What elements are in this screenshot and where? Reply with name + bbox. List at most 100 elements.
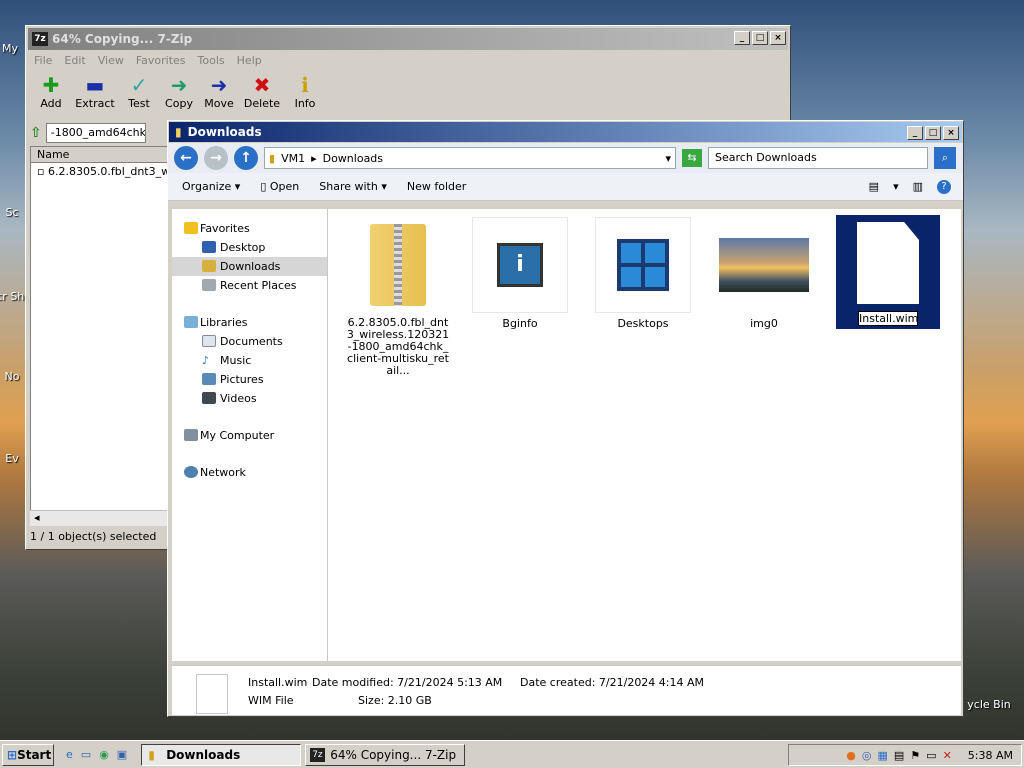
column-header-name[interactable]: Name <box>31 147 167 163</box>
nav-favorites[interactable]: Favorites <box>172 219 327 238</box>
scroll-left-icon[interactable]: ◂ <box>30 511 40 524</box>
image-thumbnail <box>716 217 812 313</box>
details-size: 2.10 GB <box>387 694 432 707</box>
list-item[interactable]: ▫ 6.2.8305.0.fbl_dnt3_wire <box>31 163 167 180</box>
ie-icon[interactable]: e <box>66 748 73 761</box>
nav-pictures[interactable]: Pictures <box>172 370 327 389</box>
pictures-icon <box>202 373 216 385</box>
open-button[interactable]: ▯ Open <box>260 180 299 193</box>
tray-grid-icon[interactable]: ▦ <box>877 749 887 762</box>
plus-icon: ✚ <box>42 73 60 97</box>
close-button[interactable]: × <box>770 31 786 45</box>
show-desktop-icon[interactable]: ▣ <box>117 748 127 761</box>
chevron-down-icon[interactable]: ▾ <box>665 152 671 165</box>
menu-help[interactable]: Help <box>237 54 262 67</box>
7zip-toolbar: ✚ Add ▬ Extract ✓ Test ➜ Copy ➜ Move ✖ Delete … <box>26 69 790 117</box>
minimize-button[interactable]: _ <box>907 126 923 140</box>
minimize-button[interactable]: _ <box>734 31 750 45</box>
file-item-install-wim[interactable]: Install.wim <box>836 215 940 329</box>
nav-documents[interactable]: Documents <box>172 332 327 351</box>
media-player-icon[interactable]: ◉ <box>99 748 109 761</box>
menu-edit[interactable]: Edit <box>64 54 85 67</box>
recycle-bin-icon[interactable]: ycle Bin <box>954 698 1024 711</box>
7zip-app-icon: 7z <box>310 747 325 762</box>
7zip-title: 64% Copying... 7-Zip <box>52 32 193 46</box>
new-folder-button[interactable]: New folder <box>407 180 466 193</box>
maximize-button[interactable]: □ <box>752 31 768 45</box>
tray-network-icon[interactable]: ◎ <box>862 749 872 762</box>
search-button[interactable]: ⌕ <box>934 147 956 169</box>
windows-logo-icon: ⊞ <box>7 747 18 762</box>
nav-music[interactable]: ♪ Music <box>172 351 327 370</box>
horizontal-scrollbar[interactable]: ◂ <box>30 510 168 526</box>
explorer-titlebar[interactable]: ▮ Downloads _ □ × <box>169 122 962 142</box>
7zip-menubar: File Edit View Favorites Tools Help <box>26 52 790 69</box>
tray-firefox-icon[interactable]: ● <box>846 749 856 762</box>
clock[interactable]: 5:38 AM <box>968 749 1013 762</box>
downloads-icon <box>202 260 216 272</box>
nav-desktop[interactable]: Desktop <box>172 238 327 257</box>
7zip-path-field[interactable]: -1800_amd64chk <box>45 123 146 143</box>
address-bar[interactable]: ▮ VM1 ▸ Downloads ▾ <box>264 147 676 169</box>
preview-pane-icon[interactable]: ▥ <box>913 180 923 194</box>
file-item-img0[interactable]: img0 <box>712 217 816 330</box>
forward-button[interactable]: → <box>204 146 228 170</box>
info-button[interactable]: ℹ Info <box>288 73 322 113</box>
nav-videos[interactable]: Videos <box>172 389 327 408</box>
back-button[interactable]: ← <box>174 146 198 170</box>
taskbar-item-7zip[interactable]: 7z 64% Copying... 7-Zip <box>305 743 466 766</box>
refresh-button[interactable]: ⇆ <box>682 149 702 167</box>
file-item-bginfo[interactable]: i Bginfo <box>468 217 572 330</box>
search-input[interactable]: Search Downloads <box>708 147 928 169</box>
menu-tools[interactable]: Tools <box>198 54 225 67</box>
recent-places-icon <box>202 279 216 291</box>
quick-launch: e ▭ ◉ ▣ <box>66 748 127 761</box>
menu-view[interactable]: View <box>98 54 124 67</box>
nav-my-computer[interactable]: My Computer <box>172 426 327 445</box>
folder-icon: ▮ <box>269 151 276 165</box>
chevron-down-icon[interactable]: ▾ <box>893 180 899 194</box>
file-icon <box>840 215 936 311</box>
extract-button[interactable]: ▬ Extract <box>74 73 116 113</box>
details-filename: Install.wim <box>248 676 308 689</box>
star-icon <box>184 222 198 234</box>
organize-button[interactable]: Organize ▾ <box>182 180 240 193</box>
help-icon[interactable]: ? <box>937 179 951 194</box>
start-button[interactable]: ⊞Start <box>2 743 54 766</box>
breadcrumb-vm1[interactable]: VM1 <box>281 152 305 165</box>
up-button[interactable]: ↑ <box>234 146 258 170</box>
breadcrumb-downloads[interactable]: Downloads <box>323 152 383 165</box>
tray-display-icon[interactable]: ▤ <box>894 749 904 762</box>
nav-libraries[interactable]: Libraries <box>172 313 327 332</box>
delete-button[interactable]: ✖ Delete <box>242 73 282 113</box>
file-icon <box>196 674 228 714</box>
share-with-button[interactable]: Share with ▾ <box>319 180 387 193</box>
tray-flag-icon[interactable]: ⚑ <box>910 749 920 762</box>
libraries-icon <box>184 316 198 328</box>
tray-monitor-icon[interactable]: ▭ <box>926 749 936 762</box>
file-item-desktops[interactable]: Desktops <box>591 217 695 330</box>
arrow-right-icon: ➜ <box>210 73 228 97</box>
nav-recent-places[interactable]: Recent Places <box>172 276 327 295</box>
maximize-button[interactable]: □ <box>925 126 941 140</box>
test-button[interactable]: ✓ Test <box>122 73 156 113</box>
menu-favorites[interactable]: Favorites <box>136 54 186 67</box>
add-button[interactable]: ✚ Add <box>34 73 68 113</box>
move-button[interactable]: ➜ Move <box>202 73 236 113</box>
explorer-icon[interactable]: ▭ <box>81 748 91 761</box>
taskbar-item-downloads[interactable]: ▮ Downloads <box>141 743 302 766</box>
up-folder-icon[interactable]: ⇧ <box>30 125 42 141</box>
navigation-pane: Favorites Desktop Downloads Recent Place… <box>172 209 328 661</box>
menu-file[interactable]: File <box>34 54 52 67</box>
chevron-right-icon[interactable]: ▸ <box>311 152 317 165</box>
file-item-zip[interactable]: 6.2.8305.0.fbl_dnt3_wireless.120321-1800… <box>346 217 450 377</box>
view-icon[interactable]: ▤ <box>869 180 879 194</box>
close-button[interactable]: × <box>943 126 959 140</box>
tray-volume-icon[interactable]: ✕ <box>943 749 952 762</box>
music-icon: ♪ <box>202 354 210 367</box>
zip-folder-icon <box>350 217 446 313</box>
copy-button[interactable]: ➜ Copy <box>162 73 196 113</box>
nav-network[interactable]: Network <box>172 463 327 482</box>
nav-downloads[interactable]: Downloads <box>172 257 327 276</box>
7zip-titlebar[interactable]: 7z 64% Copying... 7-Zip _ □ × <box>28 28 788 50</box>
